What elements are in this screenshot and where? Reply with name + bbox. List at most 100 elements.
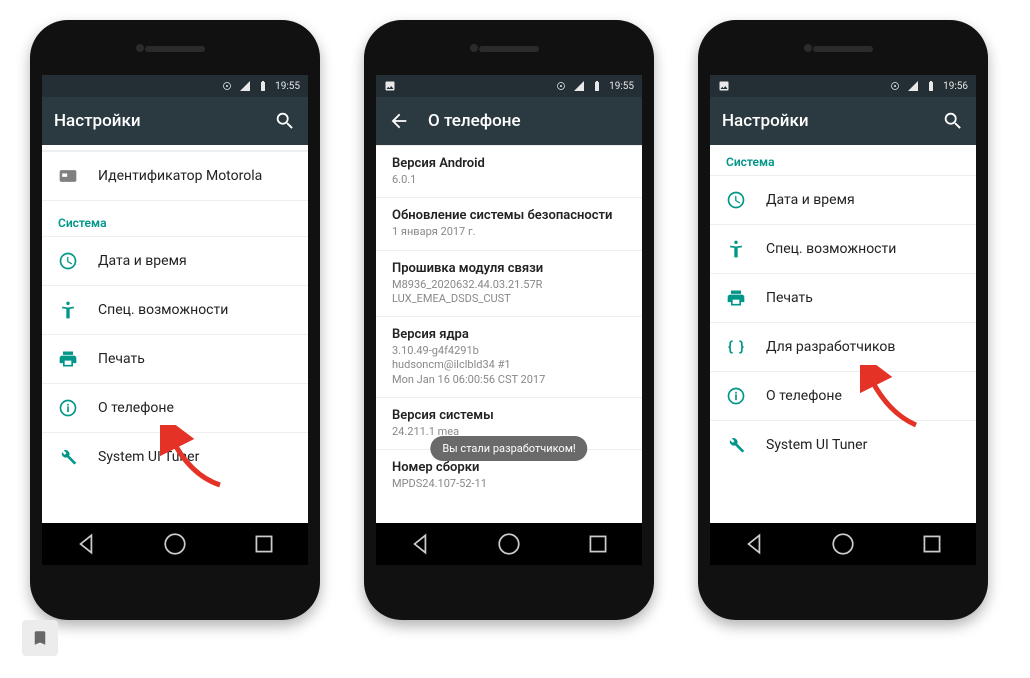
nav-back-icon[interactable] (407, 531, 433, 557)
status-time: 19:56 (943, 81, 968, 92)
appbar-title: Настройки (722, 111, 924, 131)
card-icon (58, 166, 78, 186)
row-label: Спец. возможности (766, 241, 896, 257)
braces-icon (726, 337, 746, 357)
row-subtitle: 1 января 2017 г. (392, 225, 626, 239)
clock-icon (58, 251, 78, 271)
navigation-bar (42, 523, 308, 565)
row-title: Прошивка модуля связи (392, 261, 626, 276)
status-bar: 19:56 (710, 75, 976, 97)
row-label: О телефоне (766, 388, 842, 404)
row-label: System UI Tuner (98, 449, 199, 465)
row-label: Дата и время (98, 253, 187, 269)
print-icon (726, 288, 746, 308)
settings-list: Система Дата и время Спец. возможности П… (710, 145, 976, 523)
image-icon (718, 80, 730, 92)
nav-recent-icon[interactable] (919, 531, 945, 557)
row-label: Идентификатор Motorola (98, 168, 262, 184)
appbar: Настройки (42, 97, 308, 145)
row-subtitle: 6.0.1 (392, 173, 626, 187)
status-bar: 19:55 (42, 75, 308, 97)
phone-2: 19:55 О телефоне Версия Android 6.0.1 Об… (364, 20, 654, 620)
signal-icon (573, 80, 585, 92)
toast-developer: Вы стали разработчиком! (430, 436, 587, 461)
row-motorola-id[interactable]: Идентификатор Motorola (42, 151, 308, 200)
disc-icon (221, 80, 233, 92)
print-icon (58, 349, 78, 369)
wrench-icon (58, 447, 78, 467)
nav-back-icon[interactable] (73, 531, 99, 557)
nav-home-icon[interactable] (496, 531, 522, 557)
row-label: Дата и время (766, 192, 855, 208)
row-label: Для разработчиков (766, 339, 895, 355)
search-icon[interactable] (274, 110, 296, 132)
section-system: Система (710, 145, 976, 175)
row-security-update[interactable]: Обновление системы безопасности 1 января… (376, 197, 642, 249)
appbar: О телефоне (376, 97, 642, 145)
bookmark-icon (31, 629, 49, 647)
disc-icon (555, 80, 567, 92)
row-label: System UI Tuner (766, 437, 867, 453)
signal-icon (907, 80, 919, 92)
row-title: Версия Android (392, 156, 626, 171)
nav-home-icon[interactable] (162, 531, 188, 557)
info-icon (726, 386, 746, 406)
appbar: Настройки (710, 97, 976, 145)
row-print[interactable]: Печать (710, 273, 976, 322)
nav-home-icon[interactable] (830, 531, 856, 557)
nav-back-icon[interactable] (741, 531, 767, 557)
row-title: Номер сборки (392, 460, 626, 475)
disc-icon (889, 80, 901, 92)
row-print[interactable]: Печать (42, 334, 308, 383)
row-subtitle: 3.10.49-g4f4291b hudsoncm@ilclbld34 #1 M… (392, 344, 626, 387)
bookmark-fab[interactable] (22, 620, 58, 656)
accessibility-icon (726, 239, 746, 259)
row-system-ui-tuner[interactable]: System UI Tuner (42, 432, 308, 481)
status-bar: 19:55 (376, 75, 642, 97)
phone-1: 19:55 Настройки Идентификатор Motorola С… (30, 20, 320, 620)
phone-3: 19:56 Настройки Система Дата и время Спе… (698, 20, 988, 620)
row-label: Спец. возможности (98, 302, 228, 318)
row-subtitle: MPDS24.107-52-11 (392, 477, 626, 491)
row-title: Версия ядра (392, 327, 626, 342)
info-icon (58, 398, 78, 418)
appbar-title: Настройки (54, 111, 256, 131)
search-icon[interactable] (942, 110, 964, 132)
appbar-title: О телефоне (428, 111, 630, 131)
row-label: Печать (98, 351, 145, 367)
accessibility-icon (58, 300, 78, 320)
image-icon (384, 80, 396, 92)
signal-icon (239, 80, 251, 92)
clock-icon (726, 190, 746, 210)
section-system: Система (42, 206, 308, 236)
row-label: О телефоне (98, 400, 174, 416)
row-title: Обновление системы безопасности (392, 208, 626, 223)
battery-icon (925, 80, 937, 92)
battery-icon (591, 80, 603, 92)
row-baseband[interactable]: Прошивка модуля связи M8936_2020632.44.0… (376, 250, 642, 317)
status-time: 19:55 (275, 81, 300, 92)
settings-list: Идентификатор Motorola Система Дата и вр… (42, 145, 308, 523)
row-date-time[interactable]: Дата и время (42, 236, 308, 285)
about-phone-list: Версия Android 6.0.1 Обновление системы … (376, 145, 642, 523)
navigation-bar (710, 523, 976, 565)
row-about-phone[interactable]: О телефоне (42, 383, 308, 432)
nav-recent-icon[interactable] (585, 531, 611, 557)
row-accessibility[interactable]: Спец. возможности (710, 224, 976, 273)
row-kernel[interactable]: Версия ядра 3.10.49-g4f4291b hudsoncm@il… (376, 316, 642, 397)
battery-icon (257, 80, 269, 92)
row-android-version[interactable]: Версия Android 6.0.1 (376, 145, 642, 197)
status-time: 19:55 (609, 81, 634, 92)
row-developer-options[interactable]: Для разработчиков (710, 322, 976, 371)
wrench-icon (726, 435, 746, 455)
row-subtitle: M8936_2020632.44.03.21.57R LUX_EMEA_DSDS… (392, 278, 626, 307)
row-about-phone[interactable]: О телефоне (710, 371, 976, 420)
row-date-time[interactable]: Дата и время (710, 175, 976, 224)
row-label: Печать (766, 290, 813, 306)
row-title: Версия системы (392, 408, 626, 423)
row-system-ui-tuner[interactable]: System UI Tuner (710, 420, 976, 469)
row-accessibility[interactable]: Спец. возможности (42, 285, 308, 334)
navigation-bar (376, 523, 642, 565)
nav-recent-icon[interactable] (251, 531, 277, 557)
back-icon[interactable] (388, 110, 410, 132)
